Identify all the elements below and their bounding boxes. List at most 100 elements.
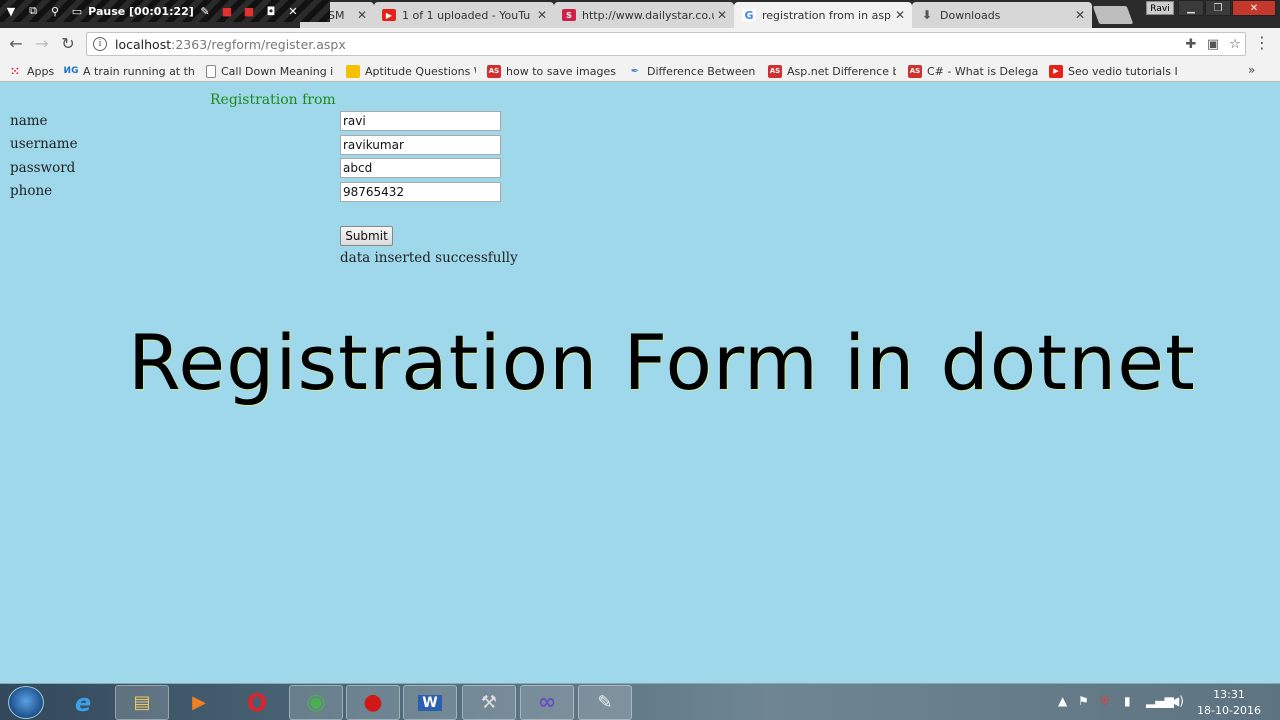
pen-icon: ✒ xyxy=(630,65,640,77)
window-icon[interactable]: ⧉ xyxy=(22,4,44,18)
bookmark-save-images[interactable]: AS how to save images in xyxy=(487,63,617,79)
chevron-down-icon[interactable]: ▼ xyxy=(0,5,22,18)
stop-icon[interactable]: ■ xyxy=(238,5,260,18)
forward-arrow-icon[interactable]: → xyxy=(32,34,52,54)
chevron-right-icon[interactable]: » xyxy=(1248,63,1255,77)
submit-button[interactable]: Submit xyxy=(340,226,393,246)
minimize-button[interactable]: ▁ xyxy=(1178,0,1204,16)
asp-icon: AS xyxy=(487,64,501,78)
menu-icon[interactable]: ⋮ xyxy=(1254,34,1270,54)
folder-star-icon xyxy=(346,64,360,78)
bookmark-label: Aptitude Questions W xyxy=(365,64,476,78)
bookmark-label: Asp.net Difference be xyxy=(787,64,896,78)
close-icon[interactable]: ✕ xyxy=(282,5,304,18)
asp-icon: AS xyxy=(908,64,922,78)
back-arrow-icon[interactable]: ← xyxy=(6,34,26,54)
bookmark-call-down[interactable]: Call Down Meaning in xyxy=(206,63,334,79)
bookmark-label: Difference Between C xyxy=(647,64,756,78)
pause-recording-button[interactable]: Pause [00:01:22] xyxy=(88,5,194,18)
status-message: data inserted successfully xyxy=(340,250,518,266)
clock-time[interactable]: 13:31 xyxy=(1196,688,1262,701)
pen-icon[interactable]: ✎ xyxy=(194,5,216,18)
bookmark-delegate[interactable]: AS C# - What is Delegate xyxy=(908,63,1038,79)
opera-icon[interactable]: O xyxy=(230,685,284,720)
cast-icon[interactable]: ▣ xyxy=(1205,37,1221,53)
bookmark-label: A train running at the xyxy=(83,64,194,78)
ng-icon: ИG xyxy=(64,66,79,76)
tab-title: registration from in asp.n xyxy=(762,8,892,22)
chrome-icon[interactable]: ◉ xyxy=(289,685,343,720)
visual-studio-setup-icon[interactable]: ⚒ xyxy=(462,685,516,720)
tab-registration-search[interactable]: G registration from in asp.n ✕ xyxy=(734,2,912,28)
apps-grid-icon: ⁙ xyxy=(10,64,20,78)
bookmark-aspnet-difference[interactable]: AS Asp.net Difference be xyxy=(768,63,896,79)
word-icon[interactable]: W xyxy=(403,685,457,720)
bookmark-seo-tutorials[interactable]: ▶ Seo vedio tutorials In xyxy=(1049,63,1177,79)
antivirus-icon[interactable]: ⛨ xyxy=(1100,694,1109,709)
tab-title: Downloads xyxy=(940,8,1001,22)
name-label: name xyxy=(10,113,48,129)
tab-youtube-upload[interactable]: ▶ 1 of 1 uploaded - YouTu ✕ xyxy=(374,2,554,28)
taskbar: e ▤ ▶ O ◉ ● W ⚒ ∞ ✎ ▲ ⚑ ⛨ ▮ ▂▄▆ ◀) 13:31… xyxy=(0,683,1280,720)
file-explorer-icon[interactable]: ▤ xyxy=(115,685,169,720)
volume-icon[interactable]: ◀) xyxy=(1170,694,1184,708)
tab-dailystar[interactable]: S http://www.dailystar.co.u ✕ xyxy=(554,2,734,28)
close-icon[interactable]: ✕ xyxy=(714,8,730,22)
close-window-button[interactable]: ✕ xyxy=(1232,0,1276,16)
page-icon xyxy=(206,64,216,78)
bookmarks-bar: ⁙ Apps ИG A train running at the Call Do… xyxy=(0,60,1280,82)
asp-icon: AS xyxy=(768,64,782,78)
name-input[interactable] xyxy=(340,111,501,131)
tab-title: http://www.dailystar.co.u xyxy=(582,8,714,22)
bookmark-apps[interactable]: ⁙ Apps xyxy=(8,63,54,79)
region-select-icon[interactable]: ▭ xyxy=(66,5,88,18)
profile-button[interactable]: Ravi xyxy=(1146,1,1174,15)
visual-studio-icon[interactable]: ∞ xyxy=(520,685,574,720)
form-title: Registration from xyxy=(210,92,336,108)
phone-input[interactable] xyxy=(340,182,501,202)
pause-icon[interactable]: ■ xyxy=(216,5,238,18)
dailystar-icon: S xyxy=(562,9,576,21)
address-bar[interactable]: i localhost:2363/regform/register.aspx ✚… xyxy=(86,32,1246,56)
info-icon[interactable]: i xyxy=(93,37,107,51)
media-player-icon[interactable]: ▶ xyxy=(172,685,226,720)
url-text[interactable]: localhost:2363/regform/register.aspx xyxy=(115,37,346,52)
tab-title: SM xyxy=(328,8,345,22)
video-overlay-title: Registration Form in dotnet xyxy=(128,318,1196,407)
camera-icon[interactable]: ◘ xyxy=(260,5,282,18)
page-content: Registration from name username password… xyxy=(0,83,1280,683)
tab-title: 1 of 1 uploaded - YouTu xyxy=(402,8,531,22)
internet-explorer-icon[interactable]: e xyxy=(56,685,110,720)
bookmark-difference[interactable]: ✒ Difference Between C xyxy=(628,63,756,79)
password-input[interactable] xyxy=(340,158,501,178)
youtube-icon: ▶ xyxy=(1049,64,1063,78)
screen-recorder-icon[interactable]: ● xyxy=(346,685,400,720)
close-icon[interactable]: ✕ xyxy=(1072,8,1088,22)
action-center-icon[interactable]: ⚑ xyxy=(1078,694,1089,708)
close-icon[interactable]: ✕ xyxy=(354,8,370,22)
start-button[interactable] xyxy=(8,686,44,719)
reload-icon[interactable]: ↻ xyxy=(58,34,78,54)
zoom-icon[interactable]: ⚲ xyxy=(44,5,66,18)
star-icon[interactable]: ☆ xyxy=(1227,37,1243,53)
restore-button[interactable]: ❐ xyxy=(1205,0,1231,16)
browser-toolbar: ← → ↻ i localhost:2363/regform/register.… xyxy=(0,28,1280,60)
paint-icon[interactable]: ✎ xyxy=(578,685,632,720)
phone-label: phone xyxy=(10,183,53,199)
bookmark-label: Seo vedio tutorials In xyxy=(1068,64,1177,78)
bookmark-label: how to save images in xyxy=(506,64,617,78)
bookmark-train[interactable]: ИG A train running at the xyxy=(64,63,194,79)
username-input[interactable] xyxy=(340,135,501,155)
battery-icon[interactable]: ▮ xyxy=(1124,694,1131,708)
close-icon[interactable]: ✕ xyxy=(892,8,908,22)
new-tab-button[interactable] xyxy=(1092,6,1134,24)
extension-icon[interactable]: ✚ xyxy=(1183,37,1199,53)
bookmark-label: C# - What is Delegate xyxy=(927,64,1038,78)
clock-date[interactable]: 18-10-2016 xyxy=(1196,704,1262,717)
password-label: password xyxy=(10,160,76,176)
url-host: localhost xyxy=(115,36,172,52)
tab-downloads[interactable]: ⬇ Downloads ✕ xyxy=(912,2,1092,28)
show-hidden-icons[interactable]: ▲ xyxy=(1058,694,1067,708)
close-icon[interactable]: ✕ xyxy=(534,8,550,22)
bookmark-aptitude[interactable]: Aptitude Questions W xyxy=(346,63,476,79)
